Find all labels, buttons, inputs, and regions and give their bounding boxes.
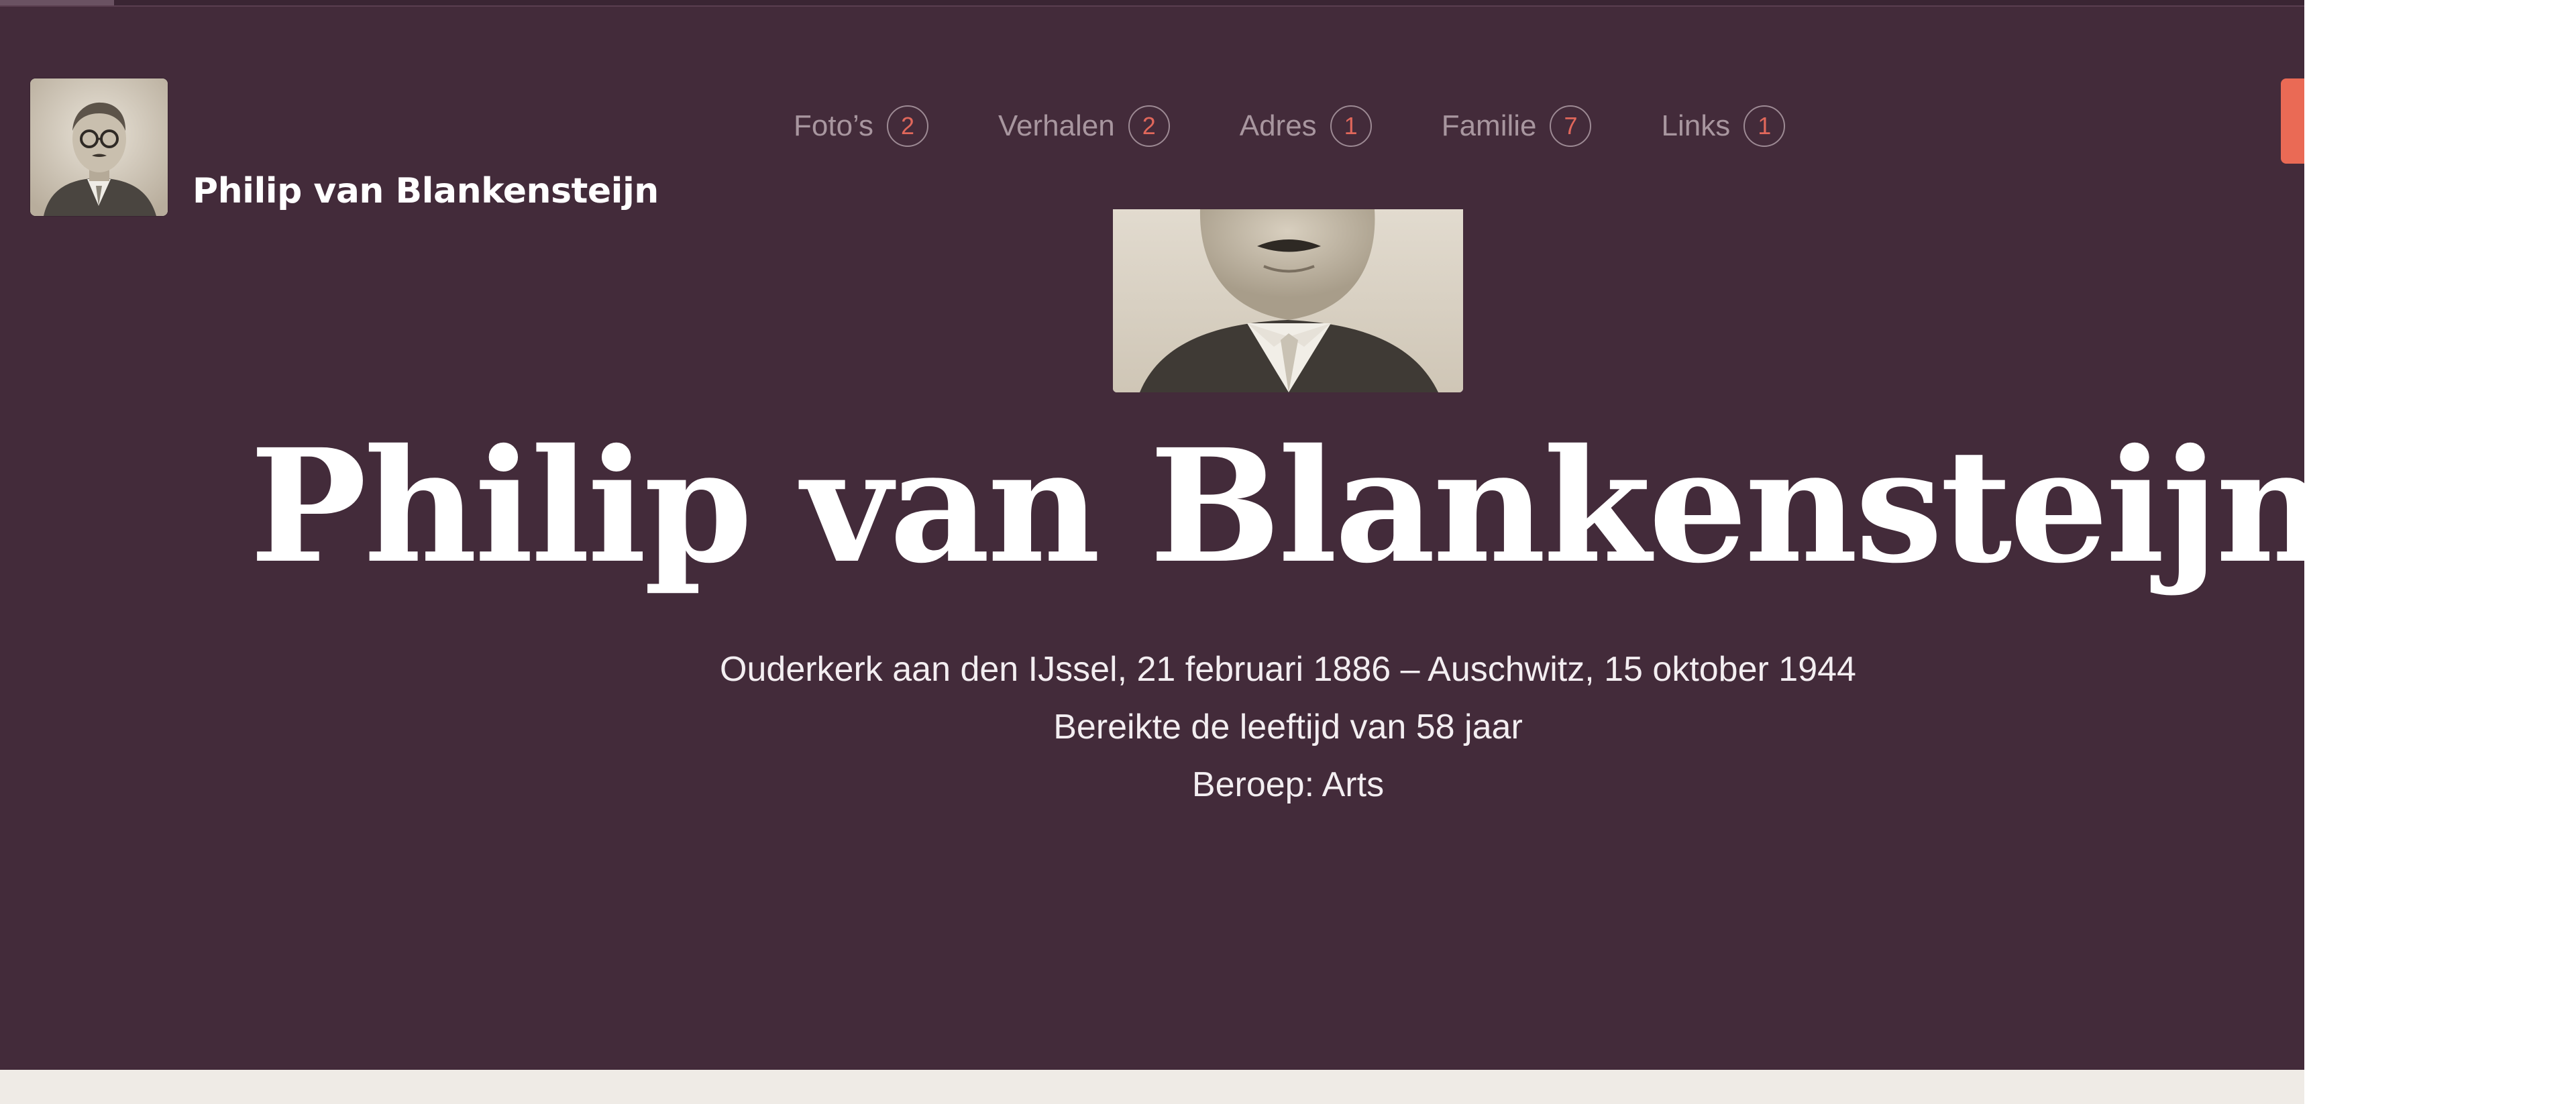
count-badge: 7 <box>1550 105 1592 147</box>
occupation-text: Beroep: Arts <box>1191 765 1385 804</box>
page: Philip van Blankensteijn Foto’s 2 Verhal… <box>0 0 2576 1104</box>
page-title: Philip van Blankensteijn <box>250 415 2328 598</box>
nav-label: Familie <box>1441 109 1537 142</box>
hero-section: Philip van Blankensteijn Foto’s 2 Verhal… <box>0 0 2329 1070</box>
age-text: Bereikte de leeftijd van 58 jaar <box>1053 708 1523 747</box>
nav-label: Foto’s <box>794 109 874 142</box>
nav-label: Adres <box>1239 109 1317 142</box>
nav-item-links[interactable]: Links 1 <box>1661 105 1786 147</box>
count-badge: 1 <box>1743 105 1786 147</box>
person-details: Ouderkerk aan den IJssel, 21 februari 18… <box>0 641 2576 814</box>
avatar[interactable] <box>30 78 168 216</box>
nav-label: Verhalen <box>998 109 1115 142</box>
nav-item-familie[interactable]: Familie 7 <box>1442 105 1592 147</box>
nav-label: Links <box>1661 109 1731 142</box>
nav-item-verhalen[interactable]: Verhalen 2 <box>998 105 1170 147</box>
content-start-strip <box>0 1070 2304 1104</box>
count-badge: 2 <box>887 105 929 147</box>
section-nav: Foto’s 2 Verhalen 2 Adres 1 Familie 7 Li… <box>794 101 1786 152</box>
count-badge: 2 <box>1128 105 1170 147</box>
portrait-photo <box>1113 209 1463 392</box>
top-border <box>0 0 2304 7</box>
side-menu-tab[interactable] <box>2281 78 2304 164</box>
nav-item-fotos[interactable]: Foto’s 2 <box>794 105 929 147</box>
nav-item-adres[interactable]: Adres 1 <box>1240 105 1372 147</box>
site-name[interactable]: Philip van Blankensteijn <box>193 171 659 211</box>
count-badge: 1 <box>1330 105 1372 147</box>
portrait-image <box>1113 209 1463 392</box>
top-border-accent <box>0 0 114 5</box>
avatar-portrait-icon <box>30 78 168 216</box>
life-dates: Ouderkerk aan den IJssel, 21 februari 18… <box>720 650 1856 689</box>
